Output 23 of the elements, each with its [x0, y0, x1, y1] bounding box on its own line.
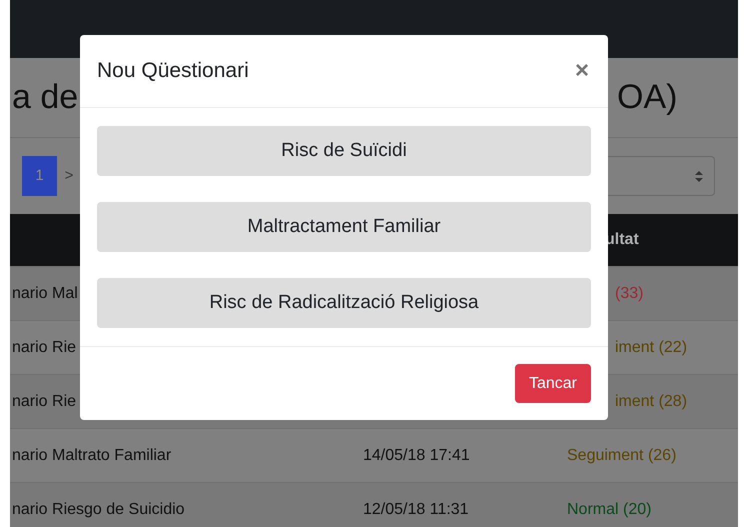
table-cell: nario Riesgo de Suicidio — [12, 500, 185, 518]
table-cell: Normal (20) — [567, 500, 652, 518]
table-cell: (33) — [615, 284, 644, 302]
page-title: a de — [12, 78, 78, 117]
option-button[interactable]: Risc de Radicalització Religiosa — [97, 278, 591, 328]
table-cell: iment (22) — [615, 338, 688, 356]
close-modal-button[interactable]: Tancar — [514, 364, 591, 403]
page-link[interactable]: > — [59, 156, 79, 196]
close-button[interactable]: × — [572, 57, 591, 85]
table-cell: 12/05/18 11:31 — [363, 500, 469, 518]
table-cell: iment (28) — [615, 392, 688, 410]
modal-title: Nou Qüestionari — [97, 59, 249, 83]
table-cell: nario Maltrato Familiar — [12, 446, 172, 464]
option-button[interactable]: Maltractament Familiar — [97, 202, 591, 252]
page-title: OA) — [617, 78, 678, 117]
table-cell: nario Rie — [12, 392, 76, 410]
table-cell: 14/05/18 17:41 — [363, 446, 470, 464]
table-cell: Seguiment (26) — [567, 446, 676, 464]
page-link[interactable]: 1 — [22, 156, 57, 196]
sort-arrows-icon — [695, 170, 703, 182]
table-cell: nario Rie — [12, 338, 76, 356]
option-button[interactable]: Risc de Suïcidi — [97, 126, 591, 176]
table-cell: nario Mal — [12, 284, 78, 302]
